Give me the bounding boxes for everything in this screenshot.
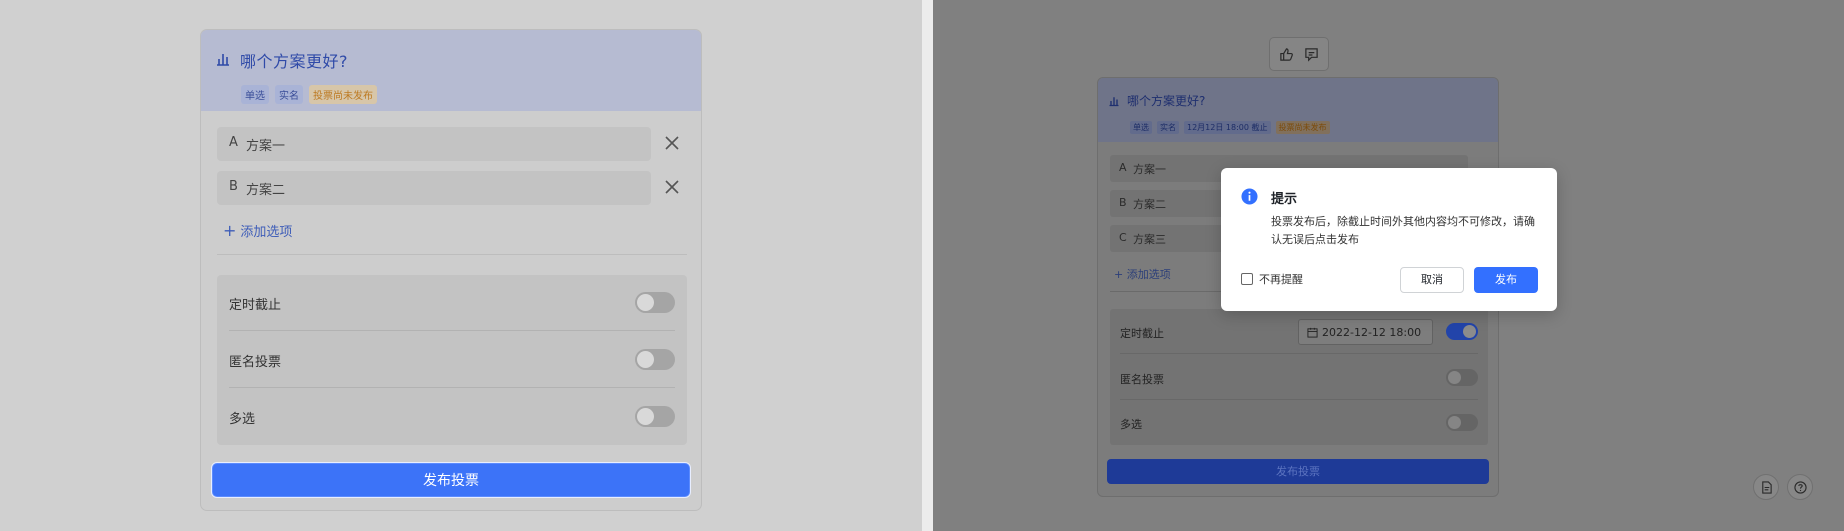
tag-single-choice: 单选 [1130, 121, 1152, 134]
dont-remind-checkbox[interactable]: 不再提醒 [1241, 271, 1303, 287]
option-b-input[interactable]: B 方案二 [217, 171, 651, 205]
option-text: 方案一 [246, 139, 286, 154]
option-text: 方案二 [1133, 198, 1166, 211]
poll-tags: 单选 实名 12月12日 18:00 截止 投票尚未发布 [1130, 121, 1330, 134]
option-letter: A [229, 135, 238, 150]
bar-chart-icon [1109, 97, 1119, 107]
setting-anonymous: 匿名投票 [1120, 355, 1478, 400]
setting-label: 匿名投票 [1120, 373, 1164, 386]
add-option-button[interactable]: + 添加选项 [223, 221, 292, 240]
confirm-publish-dialog: 提示 投票发布后，除截止时间外其他内容均不可修改，请确认无误后点击发布 不再提醒… [1221, 168, 1557, 311]
thumbs-up-icon[interactable] [1279, 47, 1294, 62]
help-fab-button[interactable] [1787, 474, 1813, 500]
bar-chart-icon [217, 54, 229, 66]
option-text: 方案一 [1133, 163, 1166, 176]
poll-card: 哪个方案更好? 单选 实名 投票尚未发布 A 方案一 B 方案二 + 添加选项 [200, 29, 702, 511]
setting-label: 多选 [229, 412, 256, 427]
option-text: 方案二 [246, 183, 286, 198]
setting-timed-deadline: 定时截止 [229, 275, 675, 331]
option-a-input[interactable]: A 方案一 [217, 127, 651, 161]
cancel-button[interactable]: 取消 [1400, 267, 1464, 293]
plus-icon: + [223, 221, 237, 240]
info-icon [1241, 188, 1258, 205]
multiple-toggle[interactable] [1446, 414, 1478, 431]
setting-multiple: 多选 [229, 389, 675, 445]
deadline-date-picker[interactable]: 2022-12-12 18:00 [1298, 319, 1433, 345]
poll-tags: 单选 实名 投票尚未发布 [241, 85, 377, 104]
option-letter: C [1119, 231, 1127, 244]
poll-title: 哪个方案更好? [1127, 94, 1206, 108]
plus-icon: + [1114, 268, 1124, 281]
dialog-title: 提示 [1271, 192, 1298, 207]
option-text: 方案三 [1133, 233, 1166, 246]
help-icon [1793, 480, 1807, 494]
setting-label: 多选 [1120, 418, 1142, 431]
multiple-toggle[interactable] [635, 406, 675, 427]
comment-icon[interactable] [1304, 47, 1319, 62]
tag-single-choice: 单选 [241, 85, 269, 104]
setting-label: 匿名投票 [229, 355, 282, 370]
anonymous-toggle[interactable] [1446, 369, 1478, 386]
poll-header: 哪个方案更好? 单选 实名 12月12日 18:00 截止 投票尚未发布 [1098, 78, 1498, 142]
deadline-toggle[interactable] [1446, 323, 1478, 340]
anonymous-toggle[interactable] [635, 349, 675, 370]
add-option-label: 添加选项 [1126, 268, 1171, 281]
left-screenshot-panel: 哪个方案更好? 单选 实名 投票尚未发布 A 方案一 B 方案二 + 添加选项 [0, 0, 922, 531]
divider [217, 254, 687, 255]
tag-deadline: 12月12日 18:00 截止 [1184, 121, 1271, 134]
add-option-label: 添加选项 [240, 225, 293, 240]
add-option-button[interactable]: + 添加选项 [1114, 266, 1171, 282]
checkbox-label: 不再提醒 [1259, 273, 1303, 286]
close-icon[interactable] [664, 179, 680, 195]
publish-poll-button[interactable]: 发布投票 [1107, 459, 1489, 484]
close-icon[interactable] [664, 135, 680, 151]
option-letter: B [1119, 196, 1127, 209]
publish-poll-button[interactable]: 发布投票 [212, 463, 690, 497]
poll-header: 哪个方案更好? 单选 实名 投票尚未发布 [201, 30, 701, 111]
deadline-date-value: 2022-12-12 18:00 [1322, 325, 1422, 339]
deadline-toggle[interactable] [635, 292, 675, 313]
poll-title: 哪个方案更好? [240, 52, 348, 71]
option-letter: A [1119, 161, 1127, 174]
setting-label: 定时截止 [1120, 327, 1164, 340]
publish-confirm-button[interactable]: 发布 [1474, 267, 1538, 293]
status-badge: 投票尚未发布 [1275, 121, 1330, 134]
calendar-icon [1307, 327, 1318, 338]
tag-real-name: 实名 [1157, 121, 1179, 134]
setting-anonymous: 匿名投票 [229, 332, 675, 388]
poll-settings: 定时截止 匿名投票 多选 [217, 275, 687, 445]
setting-timed-deadline: 定时截止 2022-12-12 18:00 [1120, 309, 1478, 354]
setting-multiple: 多选 [1120, 400, 1478, 445]
panel-divider [922, 0, 933, 531]
tag-real-name: 实名 [275, 85, 303, 104]
floating-toolbar [1269, 37, 1329, 71]
document-icon [1761, 480, 1772, 494]
status-badge: 投票尚未发布 [309, 85, 377, 104]
checkbox-box[interactable] [1241, 273, 1253, 285]
option-letter: B [229, 179, 238, 194]
poll-settings: 定时截止 2022-12-12 18:00 匿名投票 多选 [1110, 309, 1488, 445]
setting-label: 定时截止 [229, 298, 282, 313]
dialog-message: 投票发布后，除截止时间外其他内容均不可修改，请确认无误后点击发布 [1271, 215, 1535, 246]
document-fab-button[interactable] [1753, 474, 1779, 500]
